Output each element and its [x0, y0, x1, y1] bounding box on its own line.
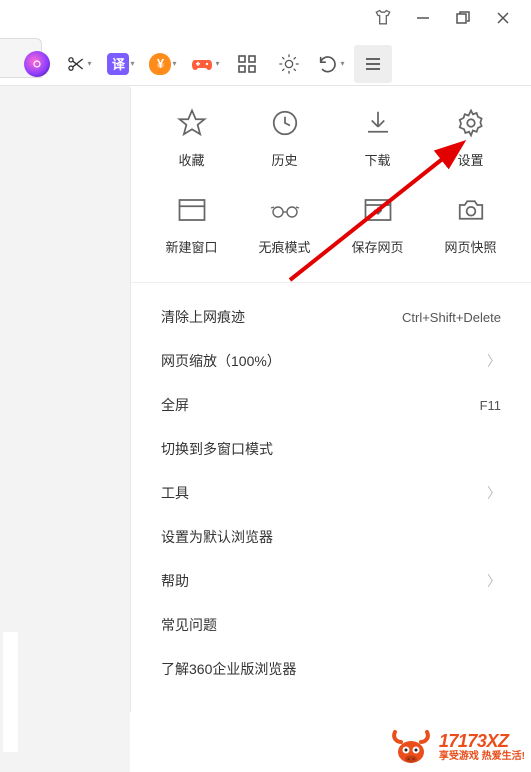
help-item[interactable]: 帮助 〉: [131, 559, 531, 603]
menu-label: 全屏: [161, 395, 189, 415]
snapshot-button[interactable]: 网页快照: [424, 193, 517, 256]
extensions-button[interactable]: [228, 45, 266, 83]
money-button[interactable]: ¥ ▾: [144, 45, 182, 83]
camera-icon: [24, 51, 50, 77]
quick-actions-grid: 收藏 历史 下载 设置 新建窗口 无痕模式 保存网页 网页快照: [131, 88, 531, 266]
clock-icon: [268, 106, 302, 140]
menu-label: 工具: [161, 483, 189, 503]
history-label: 历史: [271, 150, 297, 169]
undo-button[interactable]: ▾: [312, 45, 350, 83]
money-icon: ¥: [149, 53, 171, 75]
star-icon: [175, 106, 209, 140]
multi-window-item[interactable]: 切换到多窗口模式: [131, 427, 531, 471]
translate-button[interactable]: 译 ▾: [102, 45, 140, 83]
watermark-title: 17173XZ: [439, 732, 525, 752]
save-page-label: 保存网页: [351, 237, 403, 256]
menu-shortcut: Ctrl+Shift+Delete: [402, 310, 501, 325]
incognito-button[interactable]: 无痕模式: [238, 193, 331, 256]
main-menu-button[interactable]: [354, 45, 392, 83]
chevron-right-icon: 〉: [487, 483, 501, 503]
new-window-label: 新建窗口: [165, 237, 217, 256]
default-browser-item[interactable]: 设置为默认浏览器: [131, 515, 531, 559]
dropdown-arrow-icon: ▾: [130, 59, 134, 68]
download-icon: [361, 106, 395, 140]
save-page-icon: [361, 193, 395, 227]
menu-label: 帮助: [161, 571, 189, 591]
grid-icon: [237, 54, 257, 74]
theme-button[interactable]: [270, 45, 308, 83]
window-controls: [367, 0, 531, 36]
menu-shortcut: F11: [480, 398, 501, 413]
gear-icon: [454, 106, 488, 140]
content-background: [0, 86, 130, 772]
history-button[interactable]: 历史: [238, 106, 331, 169]
sun-icon: [278, 53, 300, 75]
menu-label: 清除上网痕迹: [161, 307, 245, 327]
menu-label: 切换到多窗口模式: [161, 439, 273, 459]
menu-label: 网页缩放（100%）: [161, 351, 281, 371]
scissors-icon: [66, 54, 86, 74]
faq-item[interactable]: 常见问题: [131, 603, 531, 647]
snapshot-label: 网页快照: [444, 237, 496, 256]
incognito-label: 无痕模式: [258, 237, 310, 256]
menu-label: 常见问题: [161, 615, 217, 635]
menu-label: 了解360企业版浏览器: [161, 659, 296, 679]
toolbar: ▾ 译 ▾ ¥ ▾ ▾ ▾: [0, 42, 531, 86]
translate-icon: 译: [107, 53, 129, 75]
watermark: 17173XZ 享受游戏 热爱生活!: [389, 728, 525, 766]
favorites-label: 收藏: [178, 150, 204, 169]
window-icon: [175, 193, 209, 227]
close-button[interactable]: [487, 2, 519, 34]
undo-icon: [317, 53, 339, 75]
minimize-button[interactable]: [407, 2, 439, 34]
dropdown-arrow-icon: ▾: [215, 59, 219, 68]
clear-browsing-data-item[interactable]: 清除上网痕迹 Ctrl+Shift+Delete: [131, 295, 531, 339]
maximize-button[interactable]: [447, 2, 479, 34]
incognito-icon: [268, 193, 302, 227]
menu-label: 设置为默认浏览器: [161, 527, 273, 547]
ox-logo-icon: [389, 728, 433, 766]
fullscreen-item[interactable]: 全屏 F11: [131, 383, 531, 427]
downloads-button[interactable]: 下载: [331, 106, 424, 169]
content-card: [3, 632, 18, 752]
dropdown-arrow-icon: ▾: [87, 59, 91, 68]
dropdown-arrow-icon: ▾: [172, 59, 176, 68]
tools-item[interactable]: 工具 〉: [131, 471, 531, 515]
watermark-subtitle: 享受游戏 热爱生活!: [439, 751, 525, 762]
chevron-right-icon: 〉: [487, 571, 501, 591]
camera-button[interactable]: [18, 45, 56, 83]
screenshot-button[interactable]: ▾: [60, 45, 98, 83]
skin-button[interactable]: [367, 2, 399, 34]
new-window-button[interactable]: 新建窗口: [145, 193, 238, 256]
save-page-button[interactable]: 保存网页: [331, 193, 424, 256]
dropdown-arrow-icon: ▾: [340, 59, 344, 68]
hamburger-icon: [364, 55, 382, 73]
camera-snap-icon: [454, 193, 488, 227]
menu-list: 清除上网痕迹 Ctrl+Shift+Delete 网页缩放（100%） 〉 全屏…: [131, 282, 531, 703]
game-button[interactable]: ▾: [186, 45, 224, 83]
about-enterprise-item[interactable]: 了解360企业版浏览器: [131, 647, 531, 691]
zoom-item[interactable]: 网页缩放（100%） 〉: [131, 339, 531, 383]
main-menu-dropdown: 收藏 历史 下载 设置 新建窗口 无痕模式 保存网页 网页快照: [130, 88, 531, 712]
settings-label: 设置: [457, 150, 483, 169]
gamepad-icon: [190, 54, 214, 74]
downloads-label: 下载: [364, 150, 390, 169]
favorites-button[interactable]: 收藏: [145, 106, 238, 169]
settings-button[interactable]: 设置: [424, 106, 517, 169]
chevron-right-icon: 〉: [487, 351, 501, 371]
